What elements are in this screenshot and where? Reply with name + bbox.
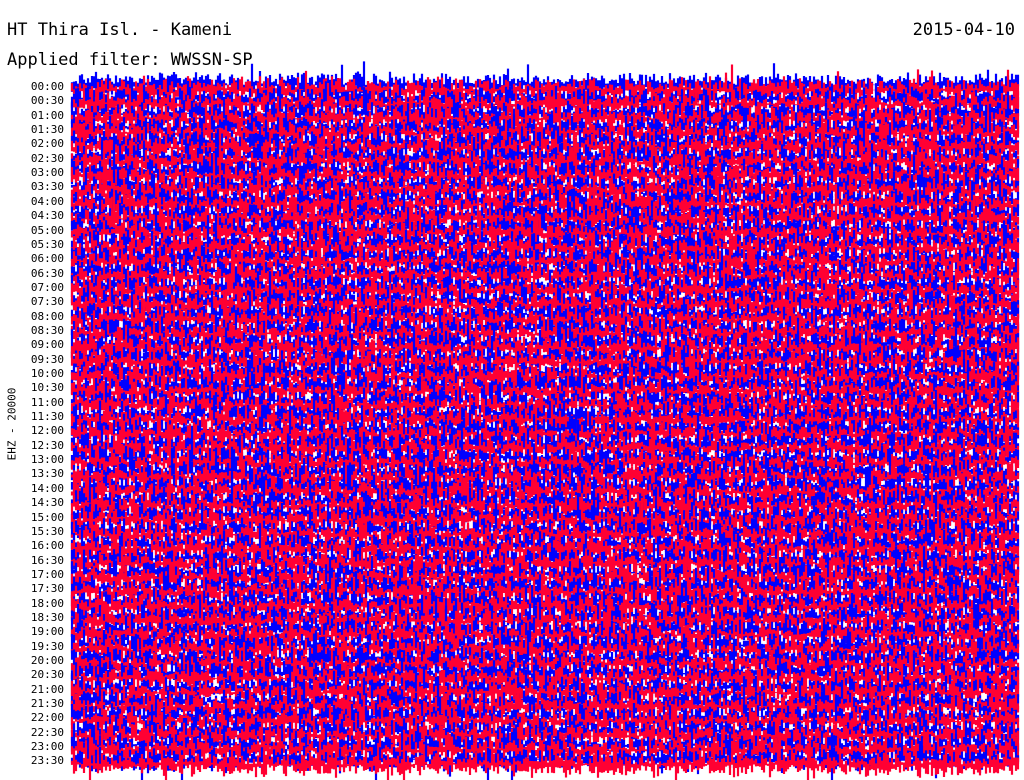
time-label: 04:30 bbox=[30, 209, 64, 223]
time-label: 22:30 bbox=[30, 725, 64, 739]
time-label: 23:30 bbox=[30, 754, 64, 768]
time-label: 10:00 bbox=[30, 367, 64, 380]
time-label: 15:00 bbox=[30, 510, 64, 524]
time-label: 05:00 bbox=[30, 223, 64, 237]
time-label: 18:00 bbox=[30, 596, 64, 610]
time-label: 22:00 bbox=[30, 711, 64, 725]
time-label: 21:30 bbox=[30, 697, 64, 711]
time-label: 09:00 bbox=[30, 338, 64, 352]
time-label: 15:30 bbox=[30, 524, 64, 538]
time-label: 17:30 bbox=[30, 582, 64, 596]
time-label: 18:30 bbox=[30, 610, 64, 624]
time-label: 07:30 bbox=[30, 295, 64, 309]
time-label: 17:00 bbox=[30, 567, 64, 581]
time-label: 16:00 bbox=[30, 539, 64, 553]
time-label: 02:30 bbox=[30, 151, 64, 165]
trace-lines bbox=[70, 61, 1020, 780]
time-label: 09:30 bbox=[30, 352, 64, 366]
time-label: 08:30 bbox=[30, 323, 64, 337]
time-label: 07:00 bbox=[30, 280, 64, 294]
time-label: 23:00 bbox=[30, 740, 64, 754]
time-label: 03:30 bbox=[30, 180, 64, 194]
time-label: 01:30 bbox=[30, 123, 64, 137]
time-label: 20:00 bbox=[30, 654, 64, 667]
time-label: 21:00 bbox=[30, 682, 64, 696]
time-label: 19:30 bbox=[30, 639, 64, 653]
time-label: 08:00 bbox=[30, 309, 64, 323]
time-label: 14:30 bbox=[30, 496, 64, 510]
time-label: 13:30 bbox=[30, 467, 64, 481]
time-label: 00:30 bbox=[30, 94, 64, 108]
time-label: 19:00 bbox=[30, 625, 64, 639]
time-label: 04:00 bbox=[30, 194, 64, 208]
time-label: 16:30 bbox=[30, 553, 64, 567]
time-label: 05:30 bbox=[30, 237, 64, 251]
time-label: 00:00 bbox=[30, 80, 64, 93]
time-label: 20:30 bbox=[30, 668, 64, 682]
time-label: 03:00 bbox=[30, 166, 64, 180]
time-label: 06:00 bbox=[30, 252, 64, 266]
time-label: 01:00 bbox=[30, 108, 64, 122]
channel-label: EHZ - 20000 bbox=[5, 387, 19, 461]
time-label: 14:00 bbox=[30, 481, 64, 495]
time-label: 06:30 bbox=[30, 266, 64, 280]
time-label: 02:00 bbox=[30, 137, 64, 151]
seismogram-plot bbox=[70, 61, 1020, 780]
